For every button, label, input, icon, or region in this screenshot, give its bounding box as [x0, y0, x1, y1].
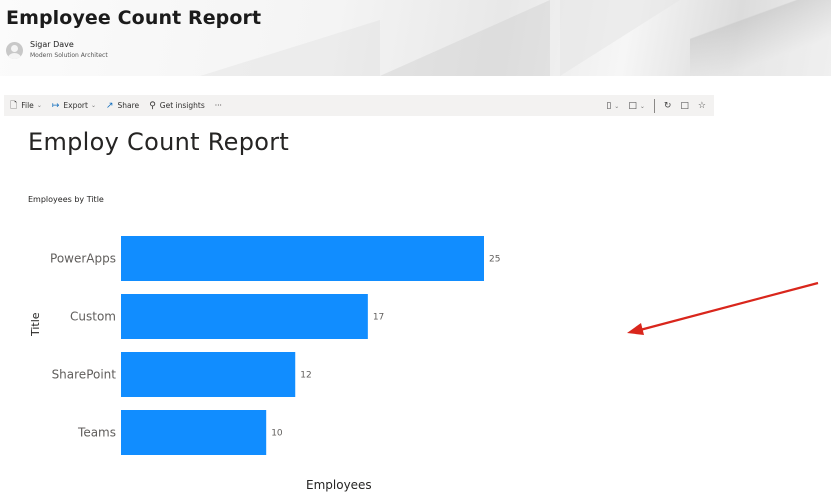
bar-custom[interactable] [121, 294, 368, 339]
share-button[interactable]: ↗ Share [106, 101, 139, 111]
avatar[interactable] [6, 42, 23, 59]
data-label: 25 [489, 255, 500, 265]
get-insights-button[interactable]: ⚲ Get insights [149, 101, 205, 111]
view-icon[interactable]: □ ⌄ [628, 101, 645, 111]
export-icon: ↦ [51, 100, 60, 111]
banner-decoration [380, 0, 550, 76]
category-label: SharePoint [52, 368, 117, 382]
page-banner: Employee Count Report Sigar Dave Modern … [0, 0, 831, 76]
insights-label: Get insights [159, 101, 205, 110]
export-menu[interactable]: ↦ Export ⌄ [52, 101, 96, 111]
chart-title: Employees by Title [28, 195, 104, 204]
category-label: PowerApps [50, 252, 116, 266]
y-axis-title: Title [29, 312, 42, 336]
toolbar-divider [653, 98, 655, 113]
bar-powerapps[interactable] [121, 236, 484, 281]
file-menu[interactable]: 🗋 File ⌄ [10, 98, 42, 114]
favorite-star-icon[interactable]: ☆ [698, 101, 706, 111]
bar-teams[interactable] [121, 410, 267, 455]
x-axis-title: Employees [306, 478, 372, 492]
chevron-down-icon: ⌄ [36, 102, 42, 109]
category-label: Teams [77, 426, 116, 440]
report-toolbar: 🗋 File ⌄ ↦ Export ⌄ ↗ Share ⚲ Get insigh… [4, 95, 714, 116]
data-label: 10 [271, 429, 283, 439]
site-title: Employee Count Report [6, 7, 262, 29]
category-label: Custom [70, 310, 116, 324]
banner-decoration [560, 0, 680, 76]
data-label: 17 [373, 313, 384, 323]
bar-chart[interactable]: PowerApps 25 Custom 17 SharePoint 12 Teams 10 [0, 210, 720, 501]
author-name[interactable]: Sigar Dave [30, 40, 108, 50]
comment-icon[interactable]: □ [680, 101, 689, 111]
bookmark-icon[interactable]: ▯ ⌄ [606, 101, 619, 111]
chevron-down-icon: ⌄ [90, 102, 96, 109]
file-label: File [21, 101, 34, 110]
author-role: Modern Solution Architect [30, 52, 108, 59]
banner-decoration [690, 0, 831, 76]
export-label: Export [63, 101, 88, 110]
more-options-button[interactable]: ··· [215, 101, 222, 110]
more-label: ··· [214, 101, 222, 110]
lightbulb-icon: ⚲ [149, 100, 156, 111]
data-label: 12 [300, 371, 311, 381]
refresh-icon[interactable]: ↻ [664, 101, 672, 111]
share-icon: ↗ [105, 100, 114, 111]
bar-sharepoint[interactable] [121, 352, 296, 397]
author-block[interactable]: Sigar Dave Modern Solution Architect [6, 40, 108, 61]
report-title: Employ Count Report [28, 128, 290, 156]
share-label: Share [117, 101, 140, 110]
file-icon: 🗋 [10, 100, 18, 111]
